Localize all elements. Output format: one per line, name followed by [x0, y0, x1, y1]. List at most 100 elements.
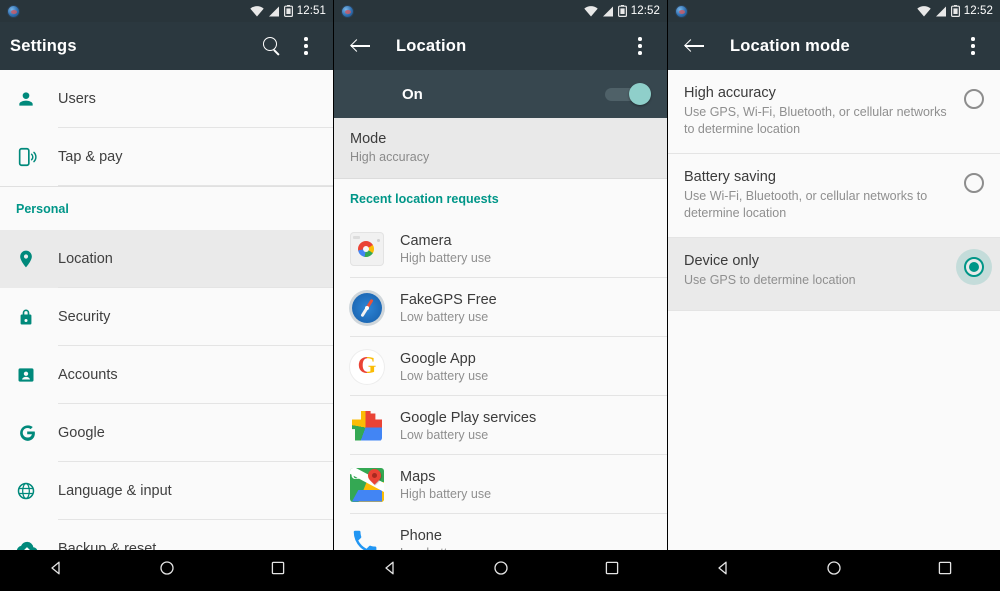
signal-icon: [935, 6, 946, 16]
app-battery-use: High battery use: [400, 486, 492, 501]
sidebar-item-label: Location: [58, 251, 113, 267]
page-title: Location: [396, 36, 467, 55]
account-card-icon: [16, 365, 58, 385]
recent-location-requests-list: Camera High battery use FakeGPS Free Low…: [334, 219, 667, 550]
overflow-menu-button[interactable]: [623, 29, 657, 63]
radio-button-high-accuracy[interactable]: [964, 89, 984, 109]
navigation-bar: [334, 550, 667, 591]
section-header-label: Recent location requests: [350, 192, 499, 206]
sidebar-item-users[interactable]: Users: [0, 70, 333, 128]
nav-home-circle-icon[interactable]: [826, 560, 842, 581]
overflow-menu-button[interactable]: [956, 29, 990, 63]
settings-app-bar: Settings: [0, 22, 333, 70]
battery-icon: [617, 5, 627, 17]
back-button[interactable]: [344, 29, 378, 63]
lock-icon: [16, 307, 58, 327]
status-bar-left: [675, 4, 688, 18]
list-item[interactable]: G Google App Low battery use: [334, 337, 667, 396]
option-battery-saving[interactable]: Battery saving Use Wi-Fi, Bluetooth, or …: [668, 153, 1000, 238]
location-mode-panel: 12:52 Location mode High accuracy Use GP…: [668, 0, 1000, 591]
sidebar-item-accounts[interactable]: Accounts: [0, 346, 333, 404]
status-bar: 12:52: [334, 0, 667, 22]
sidebar-item-label: Backup & reset: [58, 541, 157, 550]
more-vert-icon: [971, 37, 975, 55]
sidebar-item-label: Language & input: [58, 483, 172, 499]
sidebar-item-label: Accounts: [58, 367, 118, 383]
sidebar-item-language-and-input[interactable]: Language & input: [0, 462, 333, 520]
app-battery-use: High battery use: [400, 250, 492, 265]
app-battery-use: Low battery use: [400, 546, 488, 551]
page-title: Location mode: [730, 36, 850, 55]
row-divider: [58, 185, 333, 186]
list-item[interactable]: Google Play services Low battery use: [334, 396, 667, 455]
option-description: Use GPS to determine location: [684, 272, 856, 287]
mode-row[interactable]: Mode High accuracy: [334, 118, 667, 179]
location-app-bar: Location: [334, 22, 667, 70]
overflow-menu-button[interactable]: [289, 29, 323, 63]
radio-button-device-only[interactable]: [964, 256, 984, 277]
navigation-bar: [668, 550, 1000, 591]
back-arrow-icon: [685, 38, 705, 54]
location-switch-label: On: [402, 85, 423, 103]
app-battery-use: Low battery use: [400, 309, 489, 324]
status-bar-right: 12:52: [917, 5, 993, 17]
status-bar-right: 12:52: [584, 5, 660, 17]
nav-recents-square-icon[interactable]: [270, 560, 286, 581]
app-name: FakeGPS Free: [400, 291, 497, 308]
option-high-accuracy[interactable]: High accuracy Use GPS, Wi-Fi, Bluetooth,…: [668, 70, 1000, 154]
status-bar-clock: 12:51: [296, 5, 326, 17]
globe-notification-icon: [341, 4, 354, 18]
sidebar-item-google[interactable]: Google: [0, 404, 333, 462]
nav-back-triangle-icon[interactable]: [382, 560, 398, 581]
list-item[interactable]: Camera High battery use: [334, 219, 667, 278]
option-device-only[interactable]: Device only Use GPS to determine locatio…: [668, 237, 1000, 311]
sidebar-item-backup-and-reset[interactable]: Backup & reset: [0, 520, 333, 550]
settings-list: Users Tap & pay Personal Location Securi…: [0, 70, 333, 550]
person-icon: [16, 89, 58, 109]
sidebar-item-tap-and-pay[interactable]: Tap & pay: [0, 128, 333, 186]
list-item[interactable]: FakeGPS Free Low battery use: [334, 278, 667, 337]
cloud-upload-icon: [16, 539, 58, 550]
app-name: Google Play services: [400, 409, 537, 426]
camera-app-icon: [350, 231, 400, 266]
sidebar-item-label: Tap & pay: [58, 149, 123, 165]
list-item[interactable]: G Maps High battery use: [334, 455, 667, 514]
back-button[interactable]: [678, 29, 712, 63]
location-content: Mode High accuracy Recent location reque…: [334, 118, 667, 550]
location-pin-icon: [16, 249, 58, 269]
nav-back-triangle-icon[interactable]: [715, 560, 731, 581]
search-button[interactable]: [255, 29, 289, 63]
location-toggle-switch[interactable]: [605, 83, 651, 105]
sidebar-item-location[interactable]: Location: [0, 230, 333, 288]
battery-icon: [950, 5, 960, 17]
phone-app-icon: [350, 527, 400, 550]
sidebar-item-label: Users: [58, 91, 96, 107]
nav-back-triangle-icon[interactable]: [48, 560, 64, 581]
globe-notification-icon: [675, 4, 688, 18]
app-name: Maps: [400, 468, 436, 485]
section-header-label: Personal: [16, 201, 69, 216]
sidebar-item-security[interactable]: Security: [0, 288, 333, 346]
status-bar-left: [341, 4, 354, 18]
fakegps-compass-icon: [350, 292, 400, 323]
signal-icon: [602, 6, 613, 16]
location-mode-options: High accuracy Use GPS, Wi-Fi, Bluetooth,…: [668, 70, 1000, 550]
app-name: Camera: [400, 232, 452, 249]
option-description: Use GPS, Wi-Fi, Bluetooth, or cellular n…: [684, 105, 947, 136]
wifi-icon: [250, 5, 264, 16]
nav-home-circle-icon[interactable]: [159, 560, 175, 581]
app-name: Google App: [400, 350, 476, 367]
list-item[interactable]: Phone Low battery use: [334, 514, 667, 550]
back-arrow-icon: [351, 38, 371, 54]
location-mode-app-bar: Location mode: [668, 22, 1000, 70]
nav-recents-square-icon[interactable]: [604, 560, 620, 581]
nav-recents-square-icon[interactable]: [937, 560, 953, 581]
globe-notification-icon: [7, 4, 20, 18]
globe-icon: [16, 481, 58, 501]
app-battery-use: Low battery use: [400, 368, 489, 383]
nav-home-circle-icon[interactable]: [493, 560, 509, 581]
wifi-icon: [917, 5, 931, 16]
signal-icon: [268, 6, 279, 16]
location-master-switch-row[interactable]: On: [334, 70, 667, 118]
radio-button-battery-saving[interactable]: [964, 172, 984, 193]
